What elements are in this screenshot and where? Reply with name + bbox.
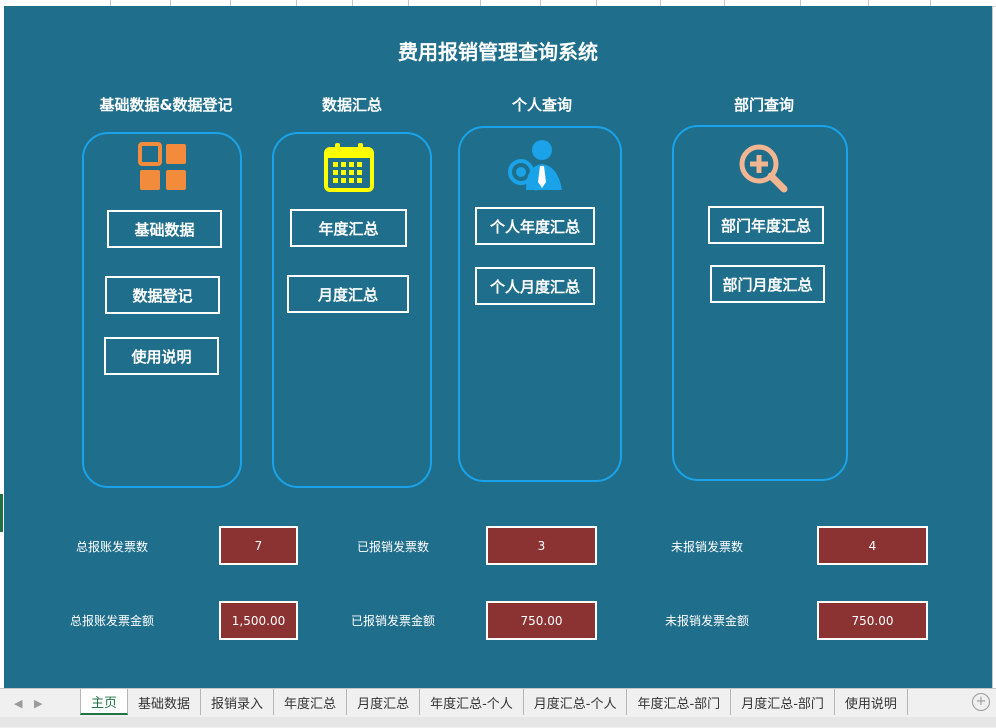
- reimbursed-count-value: 3: [486, 526, 597, 565]
- sheet-tabs: 主页 基础数据 报销录入 年度汇总 月度汇总 年度汇总-个人 月度汇总-个人 年…: [80, 689, 908, 717]
- department-monthly-summary-button[interactable]: 部门月度汇总: [710, 265, 825, 303]
- annual-summary-button[interactable]: 年度汇总: [290, 209, 407, 247]
- basic-data-button[interactable]: 基础数据: [107, 210, 222, 248]
- next-sheet-arrow-icon[interactable]: ▶: [34, 697, 42, 710]
- grid-apps-icon: [138, 142, 188, 196]
- unreimbursed-count-value: 4: [817, 526, 928, 565]
- total-amount-label: 总报账发票金额: [70, 614, 155, 628]
- personal-annual-summary-button[interactable]: 个人年度汇总: [475, 207, 595, 245]
- tab-annual-summary-department[interactable]: 年度汇总-部门: [627, 689, 732, 715]
- page-title: 费用报销管理查询系统: [398, 40, 598, 64]
- unreimbursed-count-label: 未报销发票数: [671, 540, 744, 554]
- tab-monthly-summary-personal[interactable]: 月度汇总-个人: [524, 689, 628, 715]
- tab-usage-guide[interactable]: 使用说明: [835, 689, 908, 715]
- horizontal-scrollbar[interactable]: [0, 717, 996, 727]
- total-count-value: 7: [219, 526, 298, 565]
- prev-sheet-arrow-icon[interactable]: ◀: [14, 697, 22, 710]
- person-search-icon: [504, 136, 566, 196]
- data-registration-button[interactable]: 数据登记: [105, 276, 220, 314]
- reimbursed-amount-value: 750.00: [486, 601, 597, 640]
- usage-guide-button[interactable]: 使用说明: [104, 337, 219, 375]
- unreimbursed-amount-value: 750.00: [817, 601, 928, 640]
- department-annual-summary-button[interactable]: 部门年度汇总: [708, 206, 824, 244]
- add-sheet-icon[interactable]: +: [972, 693, 990, 711]
- zoom-in-icon: [738, 143, 788, 197]
- calendar-icon: [324, 142, 374, 196]
- active-cell-marker: [0, 494, 3, 532]
- section-header-personal: 个人查询: [511, 96, 572, 114]
- sheet-tab-bar: ◀ ▶ 主页 基础数据 报销录入 年度汇总 月度汇总 年度汇总-个人 月度汇总-…: [0, 688, 996, 728]
- tab-expense-entry[interactable]: 报销录入: [201, 689, 275, 715]
- monthly-summary-button[interactable]: 月度汇总: [287, 275, 409, 313]
- reimbursed-count-label: 已报销发票数: [357, 540, 430, 554]
- tab-monthly-summary[interactable]: 月度汇总: [347, 689, 421, 715]
- tab-monthly-summary-department[interactable]: 月度汇总-部门: [731, 689, 835, 715]
- dashboard-canvas: 费用报销管理查询系统 基础数据&数据登记 数据汇总 个人查询 部门查询 基础数据…: [4, 6, 993, 688]
- section-header-summary: 数据汇总: [321, 96, 382, 114]
- personal-monthly-summary-button[interactable]: 个人月度汇总: [475, 267, 595, 305]
- tab-home[interactable]: 主页: [80, 689, 129, 715]
- total-count-label: 总报账发票数: [76, 540, 149, 554]
- reimbursed-amount-label: 已报销发票金额: [351, 614, 436, 628]
- section-header-department: 部门查询: [733, 96, 794, 114]
- section-header-basic: 基础数据&数据登记: [99, 96, 233, 114]
- tab-annual-summary-personal[interactable]: 年度汇总-个人: [420, 689, 524, 715]
- tab-basic-data[interactable]: 基础数据: [128, 689, 202, 715]
- unreimbursed-amount-label: 未报销发票金额: [665, 614, 750, 628]
- tab-annual-summary[interactable]: 年度汇总: [274, 689, 348, 715]
- total-amount-value: 1,500.00: [219, 601, 298, 640]
